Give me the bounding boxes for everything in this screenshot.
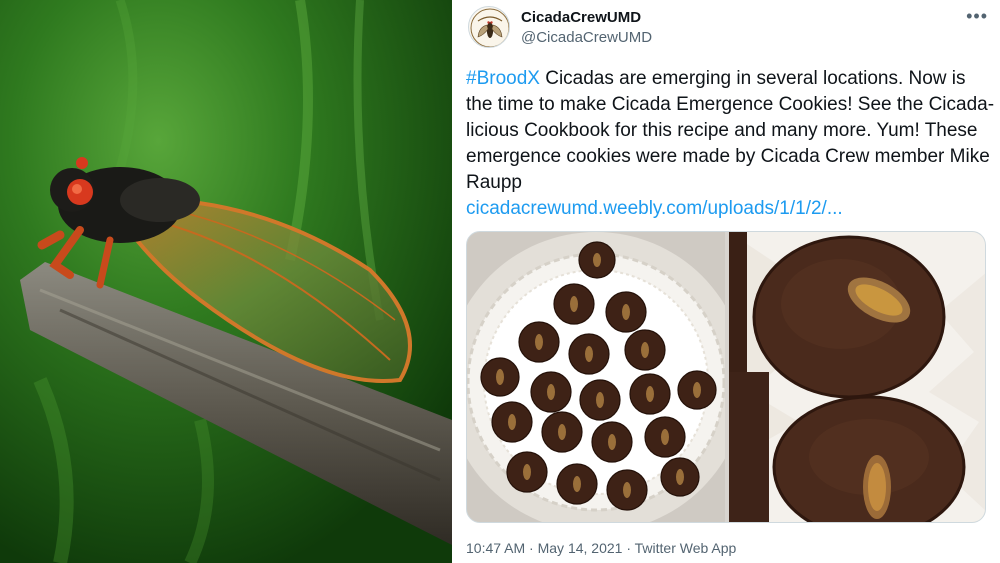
tweet-body: Cicadas are emerging in several location… bbox=[466, 68, 995, 193]
cicada-photo bbox=[0, 0, 452, 563]
cookie-plate-illustration bbox=[467, 232, 725, 522]
avatar[interactable] bbox=[468, 6, 510, 48]
tweet-timestamp[interactable]: 10:47 AM · May 14, 2021 · Twitter Web Ap… bbox=[466, 540, 736, 556]
display-name[interactable]: CicadaCrewUMD bbox=[521, 9, 641, 26]
cicada-illustration bbox=[0, 0, 452, 563]
tweet-source[interactable]: Twitter Web App bbox=[635, 540, 737, 556]
more-options-icon[interactable]: ••• bbox=[966, 6, 988, 27]
cookie-closeup-illustration bbox=[729, 232, 985, 522]
tweet-date: May 14, 2021 bbox=[537, 540, 623, 556]
tweet-card: CicadaCrewUMD @CicadaCrewUMD ••• #BroodX… bbox=[452, 0, 1000, 563]
tweet-time: 10:47 AM bbox=[466, 540, 526, 556]
meta-separator-2: · bbox=[622, 540, 635, 556]
cicada-crew-logo-icon bbox=[470, 8, 509, 47]
tweet-url-link[interactable]: cicadacrewumd.weebly.com/uploads/1/1/2/.… bbox=[466, 196, 843, 222]
handle[interactable]: @CicadaCrewUMD bbox=[521, 29, 652, 46]
media-image-cookie-plate[interactable] bbox=[467, 232, 725, 522]
tweet-text: #BroodX Cicadas are emerging in several … bbox=[466, 66, 996, 222]
media-image-cookie-closeup[interactable] bbox=[729, 232, 985, 522]
meta-separator: · bbox=[525, 540, 538, 556]
hashtag-link[interactable]: #BroodX bbox=[466, 68, 540, 89]
tweet-media[interactable] bbox=[466, 231, 986, 523]
